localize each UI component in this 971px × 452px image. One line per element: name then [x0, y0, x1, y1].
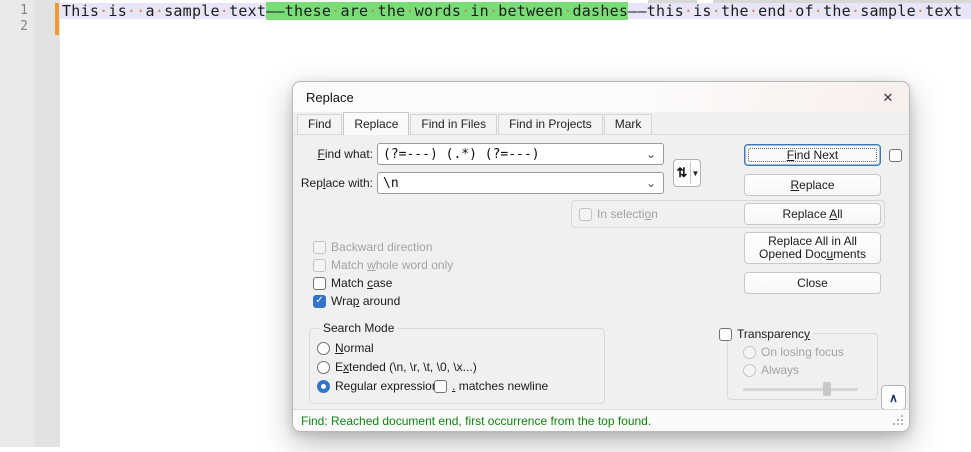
replace-all-label: Replace All [782, 208, 842, 221]
focus-rectangle [748, 148, 877, 162]
find-what-combobox[interactable]: (?=---) (.*) (?=---) ⌄ [377, 143, 664, 165]
dialog-status-bar: Find: Reached document end, first occurr… [293, 409, 909, 431]
replace-all-open-docs-label: Replace All in All Opened Documents [753, 235, 872, 261]
search-mode-normal-radio[interactable]: Normal [317, 341, 374, 355]
transparency-checkbox[interactable]: Transparency [716, 327, 813, 341]
search-mode-legend: Search Mode [319, 321, 398, 335]
match-case-checkbox[interactable]: Match case [313, 276, 392, 290]
checkbox-icon [579, 208, 592, 221]
transparency-label: Transparency [737, 327, 810, 341]
dialog-title: Replace [306, 90, 354, 105]
line-number-margin [0, 0, 34, 447]
tab-find-in-files[interactable]: Find in Files [410, 114, 497, 134]
bookmark-margin[interactable] [34, 0, 60, 447]
replace-dialog: Replace ✕ Find Replace Find in Files Fin… [292, 81, 910, 432]
replace-all-button[interactable]: Replace All [744, 203, 881, 225]
radio-icon [317, 342, 330, 355]
tab-bar: Find Replace Find in Files Find in Proje… [297, 113, 653, 134]
backward-direction-checkbox: Backward direction [313, 240, 433, 254]
collapse-dialog-button[interactable]: ∧ [881, 385, 906, 410]
extended-label: Extended (\n, \r, \t, \0, \x...) [335, 360, 477, 374]
replace-label: Replace [790, 179, 834, 192]
find-what-value[interactable]: (?=---) (.*) (?=---) [378, 147, 646, 162]
replace-with-value[interactable]: \n [378, 176, 646, 191]
backward-direction-label: Backward direction [331, 240, 433, 254]
match-whole-word-checkbox: Match whole word only [313, 258, 453, 272]
transparency-slider-thumb [823, 382, 831, 396]
normal-label: Normal [335, 341, 374, 355]
line-number-1: 1 [0, 3, 28, 19]
radio-icon [743, 346, 756, 359]
close-button[interactable]: Close [744, 272, 881, 294]
close-label: Close [797, 277, 828, 290]
always-radio: Always [743, 363, 799, 377]
change-history-marker [55, 3, 59, 35]
resize-grip[interactable] [901, 415, 903, 417]
search-mode-regex-radio[interactable]: Regular expression [317, 379, 439, 393]
find-what-label: Find what: [293, 147, 373, 161]
on-losing-focus-radio: On losing focus [743, 345, 844, 359]
tab-mark[interactable]: Mark [604, 114, 653, 134]
line-number-2: 2 [0, 19, 28, 35]
tab-find[interactable]: Find [297, 114, 342, 134]
dot-matches-newline-checkbox[interactable]: . matches newline [434, 379, 548, 393]
unlabeled-checkbox[interactable] [889, 148, 902, 162]
replace-button[interactable]: Replace [744, 174, 881, 196]
find-next-button[interactable]: Find Next [744, 144, 881, 166]
match-case-label: Match case [331, 276, 392, 290]
close-icon[interactable]: ✕ [877, 88, 899, 107]
transparency-slider-track [743, 388, 858, 391]
always-label: Always [761, 363, 799, 377]
swap-arrows-icon: ⇅ [674, 160, 690, 186]
dot-matches-newline-label: . matches newline [452, 379, 548, 393]
match-whole-word-label: Match whole word only [331, 258, 453, 272]
radio-icon [317, 361, 330, 374]
on-losing-focus-label: On losing focus [761, 345, 844, 359]
radio-icon [743, 364, 756, 377]
radio-selected-icon [317, 380, 330, 393]
swap-find-replace-button[interactable]: ⇅ ▼ [673, 159, 701, 187]
search-mode-extended-radio[interactable]: Extended (\n, \r, \t, \0, \x...) [317, 360, 477, 374]
checkbox-icon [719, 328, 732, 341]
in-selection-checkbox: In selection [579, 207, 658, 221]
checkbox-icon [313, 277, 326, 290]
checkbox-icon [313, 241, 326, 254]
in-selection-label: In selection [597, 207, 658, 221]
replace-all-open-docs-button[interactable]: Replace All in All Opened Documents [744, 232, 881, 264]
tab-find-in-projects[interactable]: Find in Projects [498, 114, 603, 134]
wrap-around-label: Wrap around [331, 294, 400, 308]
tab-replace[interactable]: Replace [343, 112, 409, 135]
regex-label: Regular expression [335, 379, 439, 393]
chevron-down-icon[interactable]: ⌄ [646, 147, 663, 161]
status-message: Find: Reached document end, first occurr… [301, 414, 651, 428]
dialog-titlebar[interactable]: Replace [293, 82, 909, 112]
checkbox-icon [313, 259, 326, 272]
replace-with-combobox[interactable]: \n ⌄ [377, 172, 664, 194]
chevron-down-icon[interactable]: ⌄ [646, 176, 663, 190]
text-line-1[interactable]: This·is··a·sample·text——these·are·the·wo… [60, 3, 971, 19]
swap-dropdown-icon[interactable]: ▼ [691, 160, 700, 186]
checkbox-checked-icon: ✓ [313, 295, 326, 308]
replace-with-label: Replace with: [293, 176, 373, 190]
wrap-around-checkbox[interactable]: ✓ Wrap around [313, 294, 400, 308]
checkbox-icon [889, 149, 902, 162]
checkbox-icon [434, 380, 447, 393]
